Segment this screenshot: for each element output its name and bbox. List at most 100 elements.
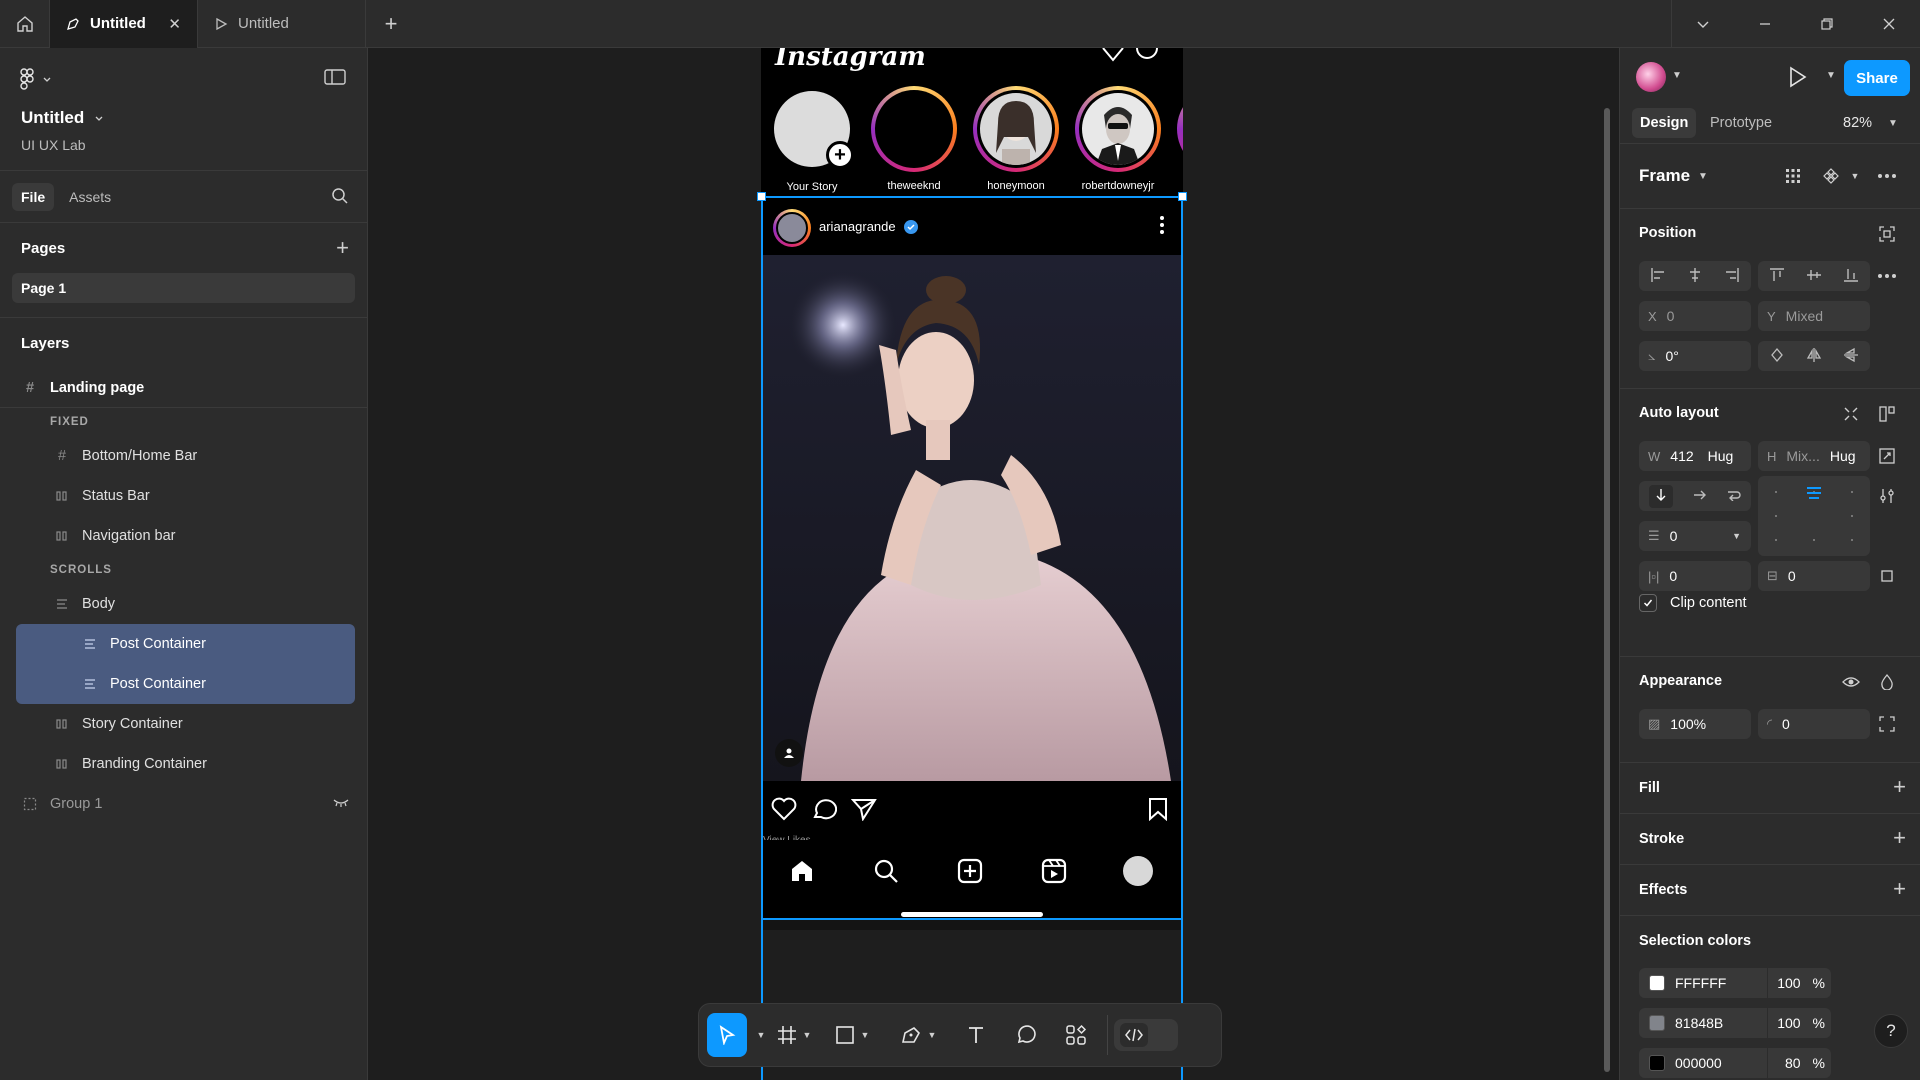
- page-item-page-1[interactable]: Page 1: [12, 273, 355, 303]
- post-avatar[interactable]: [773, 209, 811, 247]
- home-button[interactable]: [0, 0, 50, 48]
- width-input[interactable]: W 412 Hug: [1639, 441, 1751, 471]
- layer-post-container[interactable]: Post Container: [16, 624, 355, 664]
- actions-tool[interactable]: [1051, 1013, 1101, 1057]
- clip-content-checkbox[interactable]: [1639, 594, 1657, 612]
- team-name[interactable]: UI UX Lab: [21, 137, 86, 153]
- restore-button[interactable]: [1796, 0, 1858, 48]
- selection-type-dropdown[interactable]: Frame ▼: [1639, 166, 1708, 186]
- flip-vertical-icon[interactable]: [1843, 347, 1859, 366]
- canvas-scrollbar[interactable]: [1604, 108, 1610, 1072]
- add-tab-button[interactable]: +: [366, 0, 416, 48]
- post-username-row[interactable]: arianagrande: [819, 219, 918, 234]
- horizontal-padding-input[interactable]: |▫| 0: [1639, 561, 1751, 591]
- color-opacity[interactable]: 100: [1777, 1015, 1800, 1031]
- story-your-story[interactable]: + Your Story: [769, 86, 855, 193]
- color-hex[interactable]: FFFFFF: [1675, 975, 1726, 991]
- color-opacity[interactable]: 80: [1785, 1055, 1801, 1071]
- individual-padding-icon[interactable]: [1876, 565, 1898, 587]
- share-button[interactable]: Share: [1844, 60, 1910, 96]
- story-container[interactable]: Instagram + Your Story theweeknd honeymo…: [761, 48, 1183, 208]
- canvas[interactable]: Instagram + Your Story theweeknd honeymo…: [369, 48, 1618, 1080]
- color-hex[interactable]: 81848B: [1675, 1015, 1723, 1031]
- opacity-input[interactable]: ▨ 100%: [1639, 709, 1751, 739]
- advanced-layout-icon[interactable]: [1876, 485, 1898, 507]
- layer-landing-page[interactable]: # Landing page: [0, 368, 367, 408]
- tab-assets[interactable]: Assets: [60, 183, 120, 211]
- nav-profile[interactable]: [1123, 856, 1153, 886]
- align-right-icon[interactable]: [1724, 267, 1740, 286]
- search-layers-button[interactable]: [331, 187, 349, 208]
- toggle-sidebar-button[interactable]: [324, 68, 346, 89]
- layer-post-container[interactable]: Post Container: [16, 664, 355, 704]
- align-left-icon[interactable]: [1650, 267, 1666, 286]
- align-center-icon[interactable]: [1687, 267, 1703, 286]
- move-tool-menu[interactable]: ▼: [747, 1013, 769, 1057]
- add-stroke-button[interactable]: +: [1893, 825, 1906, 851]
- dev-mode-toggle[interactable]: [1114, 1019, 1178, 1051]
- close-tab-icon[interactable]: ✕: [168, 15, 181, 33]
- alignment-grid[interactable]: [1758, 476, 1870, 556]
- constraints-icon[interactable]: [1876, 223, 1898, 245]
- comment-icon[interactable]: [811, 797, 837, 821]
- align-bottom-icon[interactable]: [1843, 267, 1859, 286]
- selection-color-row[interactable]: 81848B 100%: [1639, 1008, 1831, 1038]
- more-horizontal-icon[interactable]: [1876, 265, 1898, 287]
- layout-settings-icon[interactable]: [1876, 403, 1898, 425]
- nav-home[interactable]: [787, 856, 817, 886]
- wrap-icon[interactable]: [1727, 488, 1741, 504]
- tab-prototype[interactable]: Prototype: [1702, 108, 1780, 138]
- comment-tool[interactable]: [1001, 1013, 1051, 1057]
- collapse-layout-icon[interactable]: [1840, 403, 1862, 425]
- story-robertdowneyjr[interactable]: robertdowneyjr: [1075, 86, 1161, 192]
- present-play-icon[interactable]: [1788, 66, 1808, 88]
- component-icon[interactable]: [1820, 165, 1842, 187]
- x-position-input[interactable]: X 0: [1639, 301, 1751, 331]
- gap-input[interactable]: ☰ 0 ▼: [1639, 521, 1751, 551]
- rectangle-tool[interactable]: ▼: [819, 1013, 885, 1057]
- minimize-button[interactable]: [1734, 0, 1796, 48]
- tabs-dropdown-button[interactable]: [1672, 0, 1734, 48]
- file-name-button[interactable]: Untitled: [21, 108, 104, 128]
- color-hex[interactable]: 000000: [1675, 1055, 1722, 1071]
- height-input[interactable]: H Mix... Hug: [1758, 441, 1870, 471]
- nav-create[interactable]: [955, 856, 985, 886]
- layer-story-container[interactable]: Story Container: [0, 704, 367, 744]
- layer-body[interactable]: Body: [0, 584, 367, 624]
- blend-mode-icon[interactable]: [1876, 671, 1898, 693]
- tab-file[interactable]: File: [12, 182, 55, 211]
- chevron-down-icon[interactable]: ▼: [1732, 531, 1741, 541]
- tab-untitled-active[interactable]: Untitled ✕: [50, 0, 198, 48]
- user-avatar[interactable]: [1636, 62, 1666, 92]
- resize-to-fit-icon[interactable]: [1876, 445, 1898, 467]
- individual-corners-icon[interactable]: [1876, 713, 1898, 735]
- like-heart-icon[interactable]: [771, 797, 797, 821]
- chevron-down-icon[interactable]: ▼: [1844, 165, 1866, 187]
- direction-vertical-icon[interactable]: [1649, 484, 1673, 508]
- close-window-button[interactable]: [1858, 0, 1920, 48]
- text-tool[interactable]: [951, 1013, 1001, 1057]
- color-swatch[interactable]: [1649, 1015, 1665, 1031]
- nav-search[interactable]: [871, 856, 901, 886]
- layer-bottom-home-bar[interactable]: # Bottom/Home Bar: [0, 436, 367, 476]
- tab-untitled-prototype[interactable]: Untitled: [198, 0, 366, 48]
- main-menu-button[interactable]: [20, 68, 52, 90]
- story-theweeknd[interactable]: theweeknd: [871, 86, 957, 192]
- selection-color-row[interactable]: FFFFFF 100%: [1639, 968, 1831, 998]
- width-mode[interactable]: Hug: [1708, 448, 1734, 464]
- height-mode[interactable]: Hug: [1830, 448, 1856, 464]
- align-top-icon[interactable]: [1769, 267, 1785, 286]
- layer-branding-container[interactable]: Branding Container: [0, 744, 367, 784]
- add-fill-button[interactable]: +: [1893, 774, 1906, 800]
- bookmark-icon[interactable]: [1147, 797, 1169, 821]
- vertical-padding-input[interactable]: ⊟ 0: [1758, 561, 1870, 591]
- color-opacity[interactable]: 100: [1777, 975, 1800, 991]
- add-story-icon[interactable]: +: [826, 141, 854, 169]
- help-button[interactable]: ?: [1874, 1014, 1908, 1048]
- post-image[interactable]: [761, 255, 1183, 781]
- frame-tool[interactable]: ▼: [769, 1013, 819, 1057]
- add-page-button[interactable]: +: [336, 235, 349, 261]
- color-swatch[interactable]: [1649, 1055, 1665, 1071]
- story-honeymoon[interactable]: honeymoon: [973, 86, 1059, 192]
- tagged-user-button[interactable]: [775, 739, 803, 767]
